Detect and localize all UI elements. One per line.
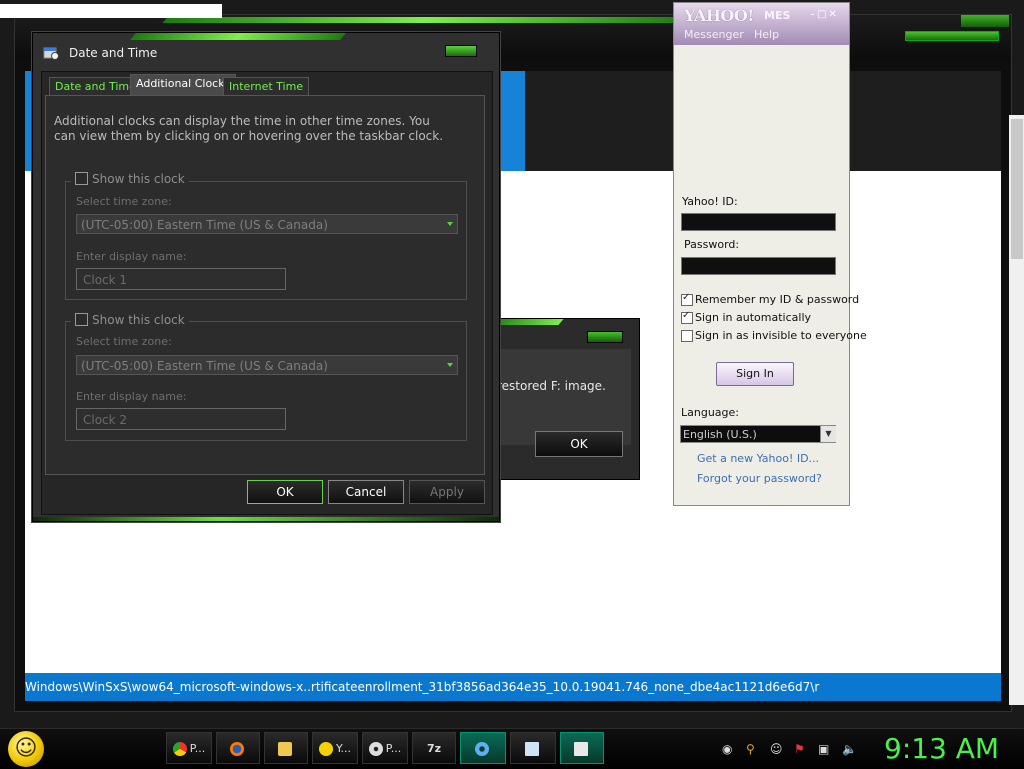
language-label: Language: <box>681 406 739 419</box>
taskbar-notepad[interactable] <box>510 732 556 764</box>
chevron-down-icon[interactable]: ▼ <box>820 426 836 442</box>
taskbar-control-panel[interactable] <box>560 732 604 764</box>
clock2-display-name-label: Enter display name: <box>76 390 187 403</box>
taskbar-firefox[interactable] <box>216 732 260 764</box>
close-button[interactable] <box>587 331 623 343</box>
taskbar-settings[interactable] <box>460 732 506 764</box>
bottom-accent-strip <box>33 517 499 521</box>
password-label: Password: <box>684 238 740 251</box>
apply-button[interactable]: Apply <box>409 480 485 504</box>
remember-checkbox[interactable] <box>681 292 693 306</box>
network-icon[interactable]: ▣ <box>818 742 829 756</box>
clock2-show-label: Show this clock <box>92 313 185 327</box>
clock2-timezone-value: (UTC-05:00) Eastern Time (US & Canada) <box>81 359 328 373</box>
dialog-title: Date and Time <box>69 46 158 60</box>
message-text: restored F: image. <box>497 379 606 393</box>
clock1-show-label: Show this clock <box>92 172 185 186</box>
yahoo-smiley-icon <box>319 742 333 756</box>
disc-icon <box>368 742 383 756</box>
clock1-timezone-select[interactable]: (UTC-05:00) Eastern Time (US & Canada) <box>76 214 458 234</box>
clock2-timezone-label: Select time zone: <box>76 335 172 348</box>
flag-icon[interactable]: ⚑ <box>794 742 805 756</box>
clock1-timezone-value: (UTC-05:00) Eastern Time (US & Canada) <box>81 218 328 232</box>
cancel-button[interactable]: Cancel <box>328 480 404 504</box>
close-button[interactable] <box>445 45 477 57</box>
control-panel-icon <box>573 742 588 756</box>
clock1-timezone-label: Select time zone: <box>76 195 172 208</box>
invisible-label: Sign in as invisible to everyone <box>695 329 867 342</box>
window-controls[interactable] <box>905 31 999 41</box>
status-path: Windows\WinSxS\wow64_microsoft-windows-x… <box>25 673 1001 701</box>
new-id-link[interactable]: Get a new Yahoo! ID... <box>697 452 819 465</box>
password-input[interactable] <box>681 257 836 275</box>
firefox-icon <box>229 742 244 756</box>
yahoo-id-label: Yahoo! ID: <box>682 195 738 208</box>
clock2-legend: Show this clock <box>71 313 189 327</box>
clock2-display-name-input[interactable]: Clock 2 <box>76 408 286 430</box>
taskbar-disc[interactable]: P... <box>362 732 408 764</box>
invisible-checkbox[interactable] <box>681 330 693 342</box>
tab-date-and-time[interactable]: Date and Time <box>49 77 142 96</box>
taskbar-clock[interactable]: 9:13 AM <box>884 732 999 765</box>
clock2-checkbox[interactable] <box>75 313 88 326</box>
auto-signin-label: Sign in automatically <box>695 311 812 324</box>
sign-in-button[interactable]: Sign In <box>716 362 794 386</box>
gear-icon <box>474 742 489 756</box>
smiley-icon: ☺ <box>14 736 38 761</box>
volume-icon[interactable]: 🔈 <box>842 742 857 756</box>
clock1-checkbox[interactable] <box>75 172 88 185</box>
menu-messenger[interactable]: Messenger <box>684 28 744 41</box>
messenger-tray-icon[interactable]: ☺ <box>770 742 783 756</box>
chevron-down-icon <box>447 222 453 226</box>
clock1-display-name-input[interactable]: Clock 1 <box>76 268 286 290</box>
taskbar-explorer[interactable] <box>264 732 308 764</box>
panel-description: Additional clocks can display the time i… <box>54 114 444 143</box>
language-select[interactable]: English (U.S.) <box>680 425 836 443</box>
date-time-dialog: Date and Time Date and Time Additional C… <box>32 32 500 522</box>
taskbar-label: P... <box>385 742 402 755</box>
folder-icon <box>277 742 292 756</box>
corner-controls[interactable] <box>961 15 1009 27</box>
yahoo-messenger-window: YAHOO! MES –□✕ Messenger Help Yahoo! ID:… <box>673 2 867 506</box>
window-buttons[interactable]: –□✕ <box>810 9 839 20</box>
taskbar: ☺ P... Y... P... 7z ◉ ⚲ ☺ ⚑ ▣ 🔈 9:13 AM <box>0 728 1024 769</box>
taskbar-7zip[interactable]: 7z <box>412 732 456 764</box>
tab-additional-clocks[interactable]: Additional Clocks <box>130 74 237 96</box>
forgot-password-link[interactable]: Forgot your password? <box>697 472 822 485</box>
scrollbar-thumb[interactable] <box>1011 119 1023 259</box>
clock1-display-name-label: Enter display name: <box>76 250 187 263</box>
chrome-icon <box>172 742 187 756</box>
menu-help[interactable]: Help <box>754 28 779 41</box>
behind-window-strip <box>0 4 222 18</box>
clock-calendar-icon <box>43 47 59 60</box>
search-icon[interactable]: ⚲ <box>746 742 755 756</box>
taskbar-chrome[interactable]: P... <box>166 732 212 764</box>
ok-button[interactable]: OK <box>247 480 323 504</box>
taskbar-yahoo[interactable]: Y... <box>312 732 358 764</box>
taskbar-label: Y... <box>336 742 351 755</box>
ok-button[interactable]: OK <box>535 431 623 457</box>
yahoo-id-input[interactable] <box>681 213 836 231</box>
chevron-down-icon <box>447 363 453 367</box>
clock1-legend: Show this clock <box>71 172 189 186</box>
remember-label: Remember my ID & password <box>695 293 860 306</box>
title-accent-strip <box>162 17 688 23</box>
title-accent-strip <box>130 33 346 40</box>
notepad-icon <box>524 742 539 756</box>
messenger-logo-text: MES <box>764 9 791 22</box>
auto-signin-checkbox[interactable] <box>681 310 693 324</box>
clock2-timezone-select[interactable]: (UTC-05:00) Eastern Time (US & Canada) <box>76 355 458 375</box>
yahoo-logo: YAHOO! <box>684 6 754 25</box>
taskbar-label: P... <box>189 742 206 755</box>
disc-tray-icon[interactable]: ◉ <box>722 742 732 756</box>
tab-internet-time[interactable]: Internet Time <box>223 77 310 96</box>
